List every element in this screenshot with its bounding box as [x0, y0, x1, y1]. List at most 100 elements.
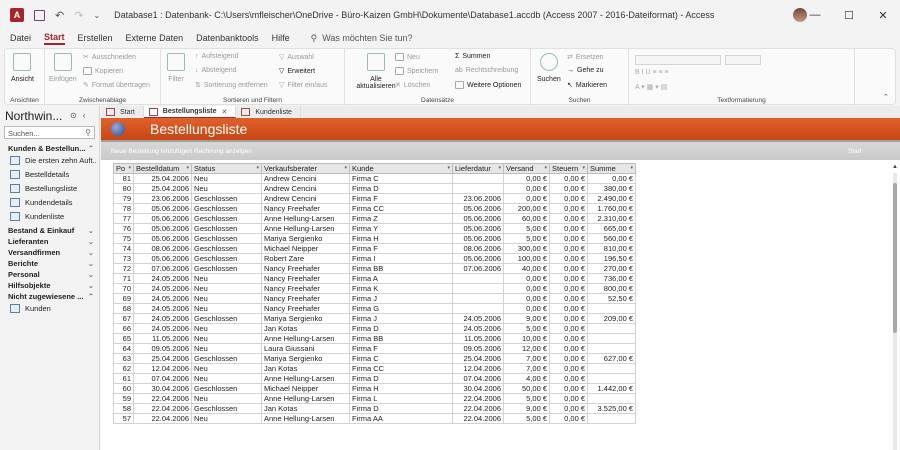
- nav-section-lieferanten[interactable]: Lieferanten ⌄: [8, 237, 94, 246]
- table-row[interactable]: 73 05.06.2006 Geschlossen Robert Zare Firma …: [113, 253, 636, 264]
- save-icon[interactable]: [34, 9, 45, 21]
- table-cell[interactable]: Jan Kotas: [261, 323, 350, 334]
- table-cell[interactable]: 07.06.2006: [133, 263, 192, 274]
- table-row[interactable]: 74 08.06.2006 Geschlossen Michael Neipper Fi…: [113, 243, 636, 254]
- table-cell[interactable]: 200,00 €: [503, 203, 550, 214]
- table-cell[interactable]: 23.06.2006: [133, 193, 192, 204]
- table-row[interactable]: 57 22.04.2006 Neu Anne Hellung-Larsen Firma …: [113, 413, 636, 424]
- table-cell[interactable]: Anne Hellung-Larsen: [261, 393, 350, 404]
- collapse-ribbon-icon[interactable]: ⌃: [883, 93, 889, 101]
- table-cell[interactable]: Neu: [191, 173, 262, 184]
- table-cell[interactable]: 7,00 €: [503, 353, 550, 364]
- table-cell[interactable]: Andrew Cencini: [261, 173, 350, 184]
- table-row[interactable]: 81 25.04.2006 Neu Andrew Cencini Firma C 0,00…: [113, 173, 636, 184]
- table-cell[interactable]: 0,00 €: [549, 373, 588, 384]
- table-cell[interactable]: 05.06.2006: [133, 223, 192, 234]
- table-cell[interactable]: Firma CC: [349, 363, 453, 374]
- table-cell[interactable]: Jan Kotas: [261, 363, 350, 374]
- table-cell[interactable]: Firma H: [349, 233, 453, 244]
- table-cell[interactable]: Geschlossen: [191, 223, 262, 234]
- table-cell[interactable]: Nancy Freehafer: [261, 303, 350, 314]
- table-cell[interactable]: [452, 173, 504, 184]
- table-cell[interactable]: 0,00 €: [549, 413, 588, 424]
- minimize-button[interactable]: —: [798, 9, 832, 21]
- table-row[interactable]: 67 24.05.2006 Geschlossen Mariya Sergienko F…: [113, 313, 636, 324]
- table-row[interactable]: 79 23.06.2006 Geschlossen Andrew Cencini Fir…: [113, 193, 636, 204]
- delete-record-button[interactable]: ✕ Löschen: [395, 81, 430, 90]
- vertical-scrollbar[interactable]: [893, 173, 897, 450]
- nav-item-bestelldetails[interactable]: Bestelldetails: [10, 170, 96, 179]
- table-row[interactable]: 65 11.05.2006 Neu Anne Hellung-Larsen Firma …: [113, 333, 636, 344]
- table-row[interactable]: 75 05.06.2006 Geschlossen Mariya Sergienko F…: [113, 233, 636, 244]
- table-cell[interactable]: Anne Hellung-Larsen: [261, 333, 350, 344]
- table-cell[interactable]: Nancy Freehafer: [261, 273, 350, 284]
- table-cell[interactable]: Geschlossen: [191, 253, 262, 264]
- table-cell[interactable]: 05.06.2006: [452, 223, 504, 234]
- column-header-po[interactable]: Po ▾: [113, 163, 134, 174]
- scroll-up-icon[interactable]: ▲: [892, 164, 898, 170]
- table-cell[interactable]: 69: [113, 293, 134, 304]
- table-cell[interactable]: Anne Hellung-Larsen: [261, 413, 350, 424]
- table-cell[interactable]: 800,00 €: [587, 283, 636, 294]
- table-cell[interactable]: 736,00 €: [587, 273, 636, 284]
- refresh-all-button[interactable]: Alle aktualisieren: [355, 53, 397, 90]
- table-cell[interactable]: [452, 183, 504, 194]
- table-cell[interactable]: 78: [113, 203, 134, 214]
- table-cell[interactable]: 0,00 €: [549, 293, 588, 304]
- more-options-button[interactable]: Weitere Optionen: [455, 81, 521, 89]
- table-cell[interactable]: 60: [113, 383, 134, 394]
- table-cell[interactable]: Firma C: [349, 353, 453, 364]
- table-cell[interactable]: Nancy Freehafer: [261, 263, 350, 274]
- table-cell[interactable]: Michael Neipper: [261, 383, 350, 394]
- table-cell[interactable]: 75: [113, 233, 134, 244]
- table-cell[interactable]: 22.04.2006: [452, 393, 504, 404]
- table-cell[interactable]: 76: [113, 223, 134, 234]
- table-cell[interactable]: 25.04.2006: [133, 183, 192, 194]
- tab-datenbanktools[interactable]: Datenbanktools: [196, 33, 259, 43]
- table-cell[interactable]: Geschlossen: [191, 403, 262, 414]
- column-header-lieferdatum[interactable]: Lieferdatur ▾: [452, 163, 504, 174]
- maximize-button[interactable]: ☐: [832, 9, 866, 22]
- table-cell[interactable]: 0,00 €: [587, 173, 636, 184]
- table-cell[interactable]: 24.05.2006: [133, 323, 192, 334]
- table-cell[interactable]: [587, 363, 636, 374]
- table-row[interactable]: 72 07.06.2006 Geschlossen Nancy Freehafer Fi…: [113, 263, 636, 274]
- selection-button[interactable]: ▽ Auswahl: [279, 53, 314, 62]
- table-cell[interactable]: 22.04.2006: [133, 413, 192, 424]
- table-cell[interactable]: 9,00 €: [503, 313, 550, 324]
- table-cell[interactable]: 22.04.2006: [452, 403, 504, 414]
- table-cell[interactable]: 0,00 €: [549, 323, 588, 334]
- nav-item-top-ten-orders[interactable]: Die ersten zehn Auft...: [10, 156, 96, 165]
- tab-externe-daten[interactable]: Externe Daten: [126, 33, 184, 43]
- table-cell[interactable]: 5,00 €: [503, 393, 550, 404]
- table-cell[interactable]: 05.06.2006: [452, 213, 504, 224]
- table-cell[interactable]: 07.04.2006: [452, 373, 504, 384]
- table-cell[interactable]: 81: [113, 173, 134, 184]
- table-row[interactable]: 76 05.06.2006 Geschlossen Anne Hellung-Lars…: [113, 223, 636, 234]
- show-invoice-link[interactable]: Rechnung anzeigen: [194, 148, 252, 155]
- nav-item-kunden[interactable]: Kunden: [10, 304, 96, 313]
- table-row[interactable]: 70 24.05.2006 Neu Nancy Freehafer Firma K 0,0…: [113, 283, 636, 294]
- table-cell[interactable]: [587, 343, 636, 354]
- sort-asc-button[interactable]: ↑ Aufsteigend: [195, 53, 238, 60]
- table-cell[interactable]: 0,00 €: [549, 393, 588, 404]
- close-button[interactable]: ✕: [866, 9, 900, 22]
- table-cell[interactable]: 73: [113, 253, 134, 264]
- select-button[interactable]: ↖ Markieren: [567, 81, 607, 90]
- paste-button[interactable]: Einfügen: [49, 53, 77, 83]
- table-cell[interactable]: Neu: [191, 393, 262, 404]
- new-record-button[interactable]: Neu: [395, 53, 420, 61]
- table-cell[interactable]: 11.05.2006: [133, 333, 192, 344]
- table-cell[interactable]: Geschlossen: [191, 213, 262, 224]
- nav-section-unassigned[interactable]: Nicht zugewiesene ... ⌃: [8, 292, 94, 301]
- table-cell[interactable]: 5,00 €: [503, 323, 550, 334]
- table-cell[interactable]: 0,00 €: [503, 303, 550, 314]
- table-cell[interactable]: Nancy Freehafer: [261, 283, 350, 294]
- table-cell[interactable]: 08.06.2006: [452, 243, 504, 254]
- customize-toolbar-icon[interactable]: ⌄: [93, 11, 100, 20]
- table-cell[interactable]: Neu: [191, 413, 262, 424]
- table-cell[interactable]: 05.06.2006: [133, 253, 192, 264]
- table-cell[interactable]: 5,00 €: [503, 413, 550, 424]
- table-cell[interactable]: Firma I: [349, 253, 453, 264]
- table-row[interactable]: 77 05.06.2006 Geschlossen Anne Hellung-Lars…: [113, 213, 636, 224]
